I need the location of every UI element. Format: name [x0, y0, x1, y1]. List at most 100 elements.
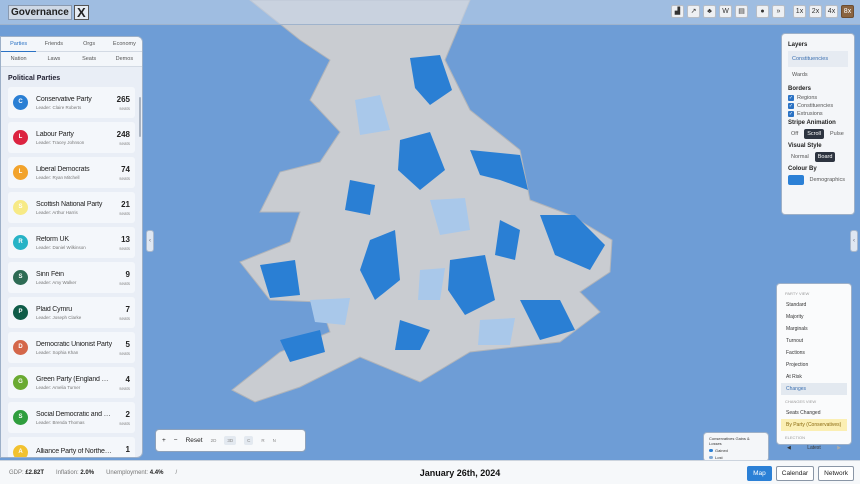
style-board[interactable]: Board [815, 152, 836, 162]
tab-parties[interactable]: Parties [1, 37, 36, 52]
toolbar: ▟ ↗ ♣ W ▤ ● » 1x 2x 4x 8x [671, 5, 854, 18]
mode-2d-button[interactable]: 2D [211, 438, 217, 443]
stripe-pulse[interactable]: Pulse [827, 129, 847, 139]
seats-label: seats [119, 281, 130, 286]
org-icon[interactable]: ♣ [703, 5, 716, 18]
tab-seats[interactable]: Seats [72, 52, 107, 67]
map-legend: Conservatives Gains & Losses Gained Lost [703, 432, 769, 462]
mode-3d-button[interactable]: 3D [224, 436, 236, 445]
party-leader: Leader: Tracey Johnson [36, 140, 117, 145]
zoom-out-button[interactable]: − [174, 437, 178, 444]
party-item[interactable]: S Scottish National Party Leader: Arthur… [8, 192, 135, 223]
view-majority[interactable]: Majority [781, 311, 847, 323]
party-item[interactable]: A Alliance Party of Northern Ireland 1 s… [8, 437, 135, 458]
trend-icon[interactable]: ↗ [687, 5, 700, 18]
calendar-view-button[interactable]: Calendar [776, 466, 814, 481]
speed-4x-button[interactable]: 4x [825, 5, 838, 18]
style-normal[interactable]: Normal [788, 152, 812, 162]
next-election-icon[interactable]: ▶ [837, 445, 841, 451]
speed-8x-button[interactable]: 8x [841, 5, 854, 18]
document-icon[interactable]: ▤ [735, 5, 748, 18]
tab-nation[interactable]: Nation [1, 52, 36, 67]
view-changes[interactable]: Changes [781, 383, 847, 395]
view-factions[interactable]: Factions [781, 347, 847, 359]
view-seats-changed[interactable]: Seats Changed [781, 407, 847, 419]
colour-demographics[interactable]: Demographics [807, 175, 848, 185]
party-item[interactable]: D Democratic Unionist Party Leader: Soph… [8, 332, 135, 363]
view-n-button[interactable]: N [273, 438, 276, 443]
party-item[interactable]: C Conservative Party Leader: Claire Robe… [8, 87, 135, 118]
view-c-button[interactable]: C [244, 436, 253, 445]
tab-economy[interactable]: Economy [107, 37, 142, 52]
party-item[interactable]: L Labour Party Leader: Tracey Johnson 24… [8, 122, 135, 153]
seats-label: seats [119, 246, 130, 251]
panel-title: Political Parties [1, 67, 142, 87]
speed-1x-button[interactable]: 1x [793, 5, 806, 18]
party-name: Scottish National Party [36, 201, 112, 208]
checkbox-label: Regions [797, 95, 817, 101]
colour-options: Demographics [788, 175, 848, 185]
party-name: Democratic Unionist Party [36, 341, 112, 348]
view-projection[interactable]: Projection [781, 359, 847, 371]
party-leader: Leader: Amelia Turner [36, 385, 119, 390]
tab-laws[interactable]: Laws [36, 52, 71, 67]
check-icon: ✓ [788, 103, 794, 109]
legend-item-gained: Gained [709, 448, 763, 453]
collapse-left-handle[interactable]: ‹ [146, 230, 154, 252]
party-item[interactable]: L Liberal Democrats Leader: Ryan Mitchel… [8, 157, 135, 188]
layer-wards[interactable]: Wards [788, 67, 848, 83]
border-constituencies-checkbox[interactable]: ✓Constituencies [788, 103, 848, 109]
view-marginals[interactable]: Marginals [781, 323, 847, 335]
party-avatar: P [13, 305, 28, 320]
border-regions-checkbox[interactable]: ✓Regions [788, 95, 848, 101]
party-item[interactable]: R Reform UK Leader: Daniel Wilkinson 13 … [8, 227, 135, 258]
view-standard[interactable]: Standard [781, 299, 847, 311]
colour-party[interactable] [788, 175, 804, 185]
party-seats: 2 [119, 410, 130, 419]
fast-forward-icon[interactable]: » [772, 5, 785, 18]
seats-label: seats [119, 456, 130, 459]
style-options: Normal Board [788, 152, 848, 162]
party-item[interactable]: P Plaid Cymru Leader: Joseph Clarke 7 se… [8, 297, 135, 328]
stripe-off[interactable]: Off [788, 129, 801, 139]
tab-demos[interactable]: Demos [107, 52, 142, 67]
layer-constituencies[interactable]: Constituencies [788, 51, 848, 67]
party-avatar: S [13, 270, 28, 285]
scrollbar[interactable] [139, 97, 141, 137]
collapse-right-handle[interactable]: ‹ [850, 230, 858, 252]
reset-button[interactable]: Reset [186, 437, 203, 444]
election-selector: ◀ Latest ▶ [781, 443, 847, 453]
border-extrusions-checkbox[interactable]: ✓Extrusions [788, 111, 848, 117]
record-icon[interactable]: ● [756, 5, 769, 18]
zoom-in-button[interactable]: + [162, 437, 166, 444]
view-at-risk[interactable]: At Risk [781, 371, 847, 383]
logo-mark: X [74, 5, 89, 20]
speed-2x-button[interactable]: 2x [809, 5, 822, 18]
view-by-party[interactable]: By Party (Conservatives) [781, 419, 847, 431]
legend-swatch [709, 449, 713, 452]
style-title: Visual Style [788, 143, 848, 149]
election-title: ELECTION [785, 435, 843, 440]
view-r-button[interactable]: R [261, 438, 264, 443]
prev-election-icon[interactable]: ◀ [787, 445, 791, 451]
party-leader: Leader: Arthur Harris [36, 210, 119, 215]
seats-label: seats [119, 211, 130, 216]
wiki-icon[interactable]: W [719, 5, 732, 18]
party-seats: 74 [119, 165, 130, 174]
app-logo[interactable]: Governance X [8, 5, 89, 20]
party-seats: 4 [119, 375, 130, 384]
map-view-button[interactable]: Map [747, 466, 772, 481]
network-view-button[interactable]: Network [818, 466, 854, 481]
party-item[interactable]: G Green Party (England and Wales) Leader… [8, 367, 135, 398]
colour-title: Colour By [788, 166, 848, 172]
tab-orgs[interactable]: Orgs [72, 37, 107, 52]
stripe-scroll[interactable]: Scroll [804, 129, 824, 139]
view-switcher: Map Calendar Network [747, 466, 854, 481]
tab-friends[interactable]: Friends [36, 37, 71, 52]
current-date: January 26th, 2024 [0, 468, 860, 478]
party-item[interactable]: S Social Democratic and Labour Party Lea… [8, 402, 135, 433]
party-item[interactable]: S Sinn Féin Leader: Amy Walker 9 seats [8, 262, 135, 293]
buildings-icon[interactable]: ▟ [671, 5, 684, 18]
view-turnout[interactable]: Turnout [781, 335, 847, 347]
checkbox-label: Extrusions [797, 111, 823, 117]
